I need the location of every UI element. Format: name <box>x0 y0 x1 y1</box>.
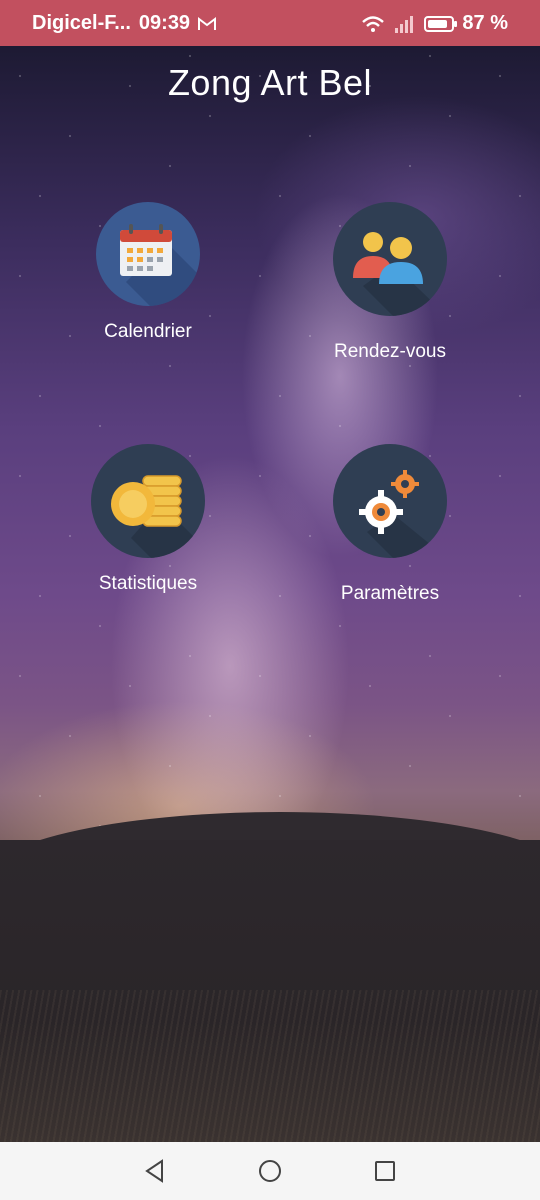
tile-parametres[interactable]: Paramètres <box>300 444 480 604</box>
back-triangle-icon[interactable] <box>142 1158 168 1184</box>
tile-rendez-vous[interactable]: Rendez-vous <box>300 202 480 362</box>
home-circle-icon[interactable] <box>257 1158 283 1184</box>
recents-square-icon[interactable] <box>372 1158 398 1184</box>
clock: 09:39 <box>138 12 191 34</box>
app-screen: Digicel-F... 09:39 87 % Zong Art Bel Cal… <box>0 0 540 1200</box>
status-bar: Digicel-F... 09:39 87 % <box>0 0 540 46</box>
gmail-icon <box>198 16 217 30</box>
tile-statistiques[interactable]: Statistiques <box>58 444 238 594</box>
stars-layer <box>0 46 540 826</box>
tile-label-statistiques: Statistiques <box>98 573 198 594</box>
tile-calendrier[interactable]: Calendrier <box>58 202 238 342</box>
battery-level <box>428 19 448 28</box>
wifi-icon <box>362 15 385 32</box>
app-title: Zong Art Bel <box>167 62 373 103</box>
calendar-icon <box>96 202 200 306</box>
tile-label-calendrier: Calendrier <box>104 321 192 342</box>
signal-icon <box>395 15 414 33</box>
battery-icon <box>424 15 458 32</box>
battery-percent: 87 % <box>462 12 508 34</box>
gears-icon <box>333 444 447 558</box>
carrier-name: Digicel-F... <box>32 12 131 34</box>
grass-texture <box>0 990 540 1142</box>
tile-label-rendez-vous: Rendez-vous <box>334 341 446 362</box>
tile-label-parametres: Paramètres <box>340 583 440 604</box>
users-icon <box>333 202 447 316</box>
coins-icon <box>91 444 205 558</box>
navigation-bar <box>0 1142 540 1200</box>
